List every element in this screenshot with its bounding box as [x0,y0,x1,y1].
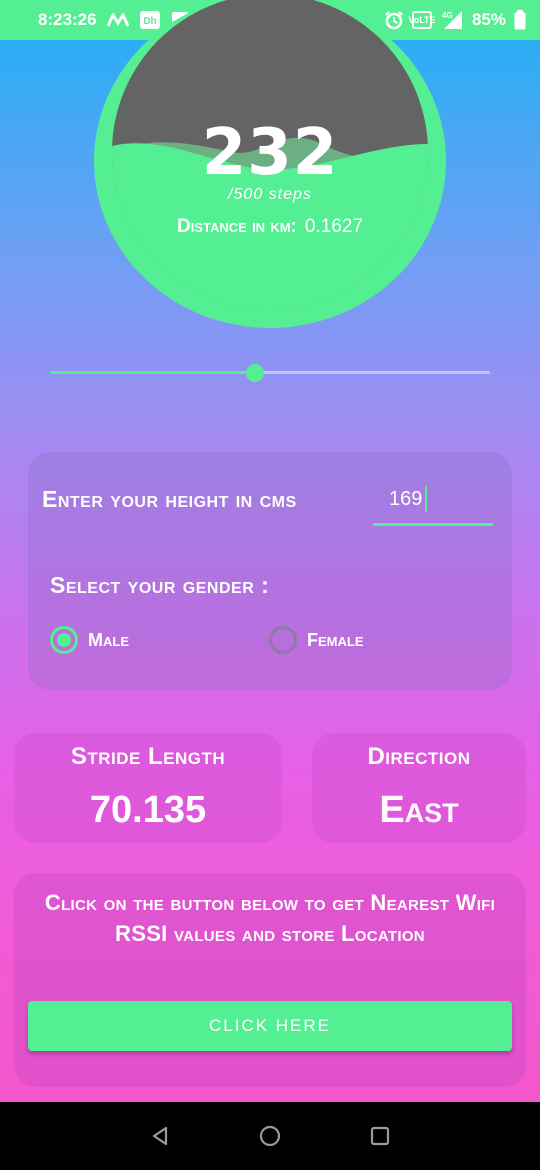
stride-title: Stride Length [70,743,226,770]
clock: 8:23:26 [38,10,97,29]
wifi-card: Click on the button below to get Nearest… [14,873,526,1087]
slider-thumb[interactable] [245,364,264,382]
direction-title: Direction [367,743,471,770]
gender-label: Select your gender : [50,572,270,598]
height-value[interactable]: 169 [389,488,422,511]
wifi-instructions: Click on the button below to get Nearest… [44,890,496,946]
distance-value: 0.1627 [304,216,364,237]
radio-male[interactable]: Male [50,626,129,654]
radio-dot [57,633,71,647]
radio-unselected-icon[interactable] [269,626,297,654]
slider-fill [50,371,255,374]
stride-value: 70.135 [89,789,207,831]
direction-value: East [379,789,459,831]
recents-icon[interactable] [368,1124,392,1148]
svg-text:4G: 4G [442,11,453,20]
steps-total: /500 steps [228,186,312,203]
direction-card: Direction East [312,733,526,843]
radio-female-label[interactable]: Female [307,630,364,651]
radio-female[interactable]: Female [269,626,364,654]
height-input[interactable]: 169 [373,484,493,526]
navigation-bar [0,1102,540,1170]
stride-card: Stride Length 70.135 [14,733,282,843]
distance-label: Distance in km: [176,216,297,237]
height-gender-card: Enter your height in cms 169 Select your… [28,452,512,690]
home-icon[interactable] [258,1124,282,1148]
text-caret [425,486,427,512]
signal-4g-icon: 4G [440,10,464,30]
distance-row: Distance in km: 0.1627 [94,216,446,238]
step-slider[interactable] [50,363,490,383]
radio-male-label[interactable]: Male [88,630,129,651]
battery-percent: 85% [471,10,506,29]
battery-icon [514,10,526,30]
back-icon[interactable] [148,1124,172,1148]
step-gauge: 232 /500 steps Distance in km: 0.1627 [94,0,446,328]
click-here-button[interactable]: CLICK HERE [28,1001,512,1051]
radio-selected-icon[interactable] [50,626,78,654]
steps-count: 232 [201,116,339,190]
height-label: Enter your height in cms [42,486,297,512]
